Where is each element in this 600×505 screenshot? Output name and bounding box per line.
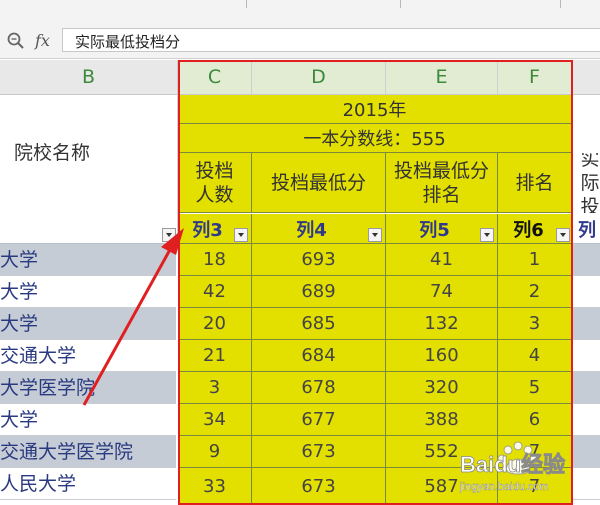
- table-row-name[interactable]: 大学: [0, 276, 176, 308]
- table-cell-f[interactable]: 2: [498, 276, 572, 308]
- table-row-name[interactable]: 大学: [0, 244, 176, 276]
- watermark-brand: Baidu经验: [460, 452, 565, 477]
- table-cell-e[interactable]: 388: [386, 404, 498, 436]
- table-cell-e[interactable]: 160: [386, 340, 498, 372]
- header-g-cell[interactable]: 实际投: [572, 153, 600, 213]
- filter-dropdown-b[interactable]: [162, 228, 176, 242]
- header-e-label: 投档最低分排名: [393, 159, 489, 206]
- table-cell-e[interactable]: 41: [386, 244, 498, 276]
- table-cell-d[interactable]: 678: [252, 372, 386, 404]
- filter-dropdown-f[interactable]: [556, 228, 570, 242]
- filter-cell-f: 列6: [498, 214, 572, 244]
- table-cell-c[interactable]: 33: [178, 468, 252, 505]
- filter-cell-g: 列: [572, 214, 600, 244]
- table-cell-e[interactable]: 132: [386, 308, 498, 340]
- table-cell-d[interactable]: 677: [252, 404, 386, 436]
- watermark-url: jingyan.baidu.com: [459, 481, 549, 493]
- table-cell-f[interactable]: 3: [498, 308, 572, 340]
- table-cell-f[interactable]: 5: [498, 372, 572, 404]
- column-header-c[interactable]: C: [178, 60, 252, 94]
- table-cell-c[interactable]: 9: [178, 436, 252, 468]
- header-c-label: 投档人数: [195, 159, 234, 206]
- table-cell-c[interactable]: 21: [178, 340, 252, 372]
- filter-cell-b: [0, 214, 178, 244]
- header-d-cell[interactable]: 投档最低分: [252, 153, 386, 213]
- table-cell-g[interactable]: [572, 372, 600, 404]
- filter-cell-e: 列5: [386, 214, 498, 244]
- column-header-d[interactable]: D: [252, 60, 386, 94]
- column-header-f[interactable]: F: [498, 60, 572, 94]
- filter-dropdown-c[interactable]: [234, 228, 248, 242]
- filter-label-g: 列: [578, 219, 596, 241]
- table-cell-f[interactable]: 6: [498, 404, 572, 436]
- ribbon-divider: [560, 0, 561, 8]
- filter-dropdown-d[interactable]: [368, 228, 382, 242]
- table-row-name[interactable]: 大学: [0, 404, 176, 436]
- zoom-icon[interactable]: [6, 31, 26, 51]
- year-title-cell[interactable]: 2015年: [178, 95, 572, 124]
- filter-dropdown-e[interactable]: [480, 228, 494, 242]
- table-cell-d[interactable]: 673: [252, 436, 386, 468]
- column-header-e[interactable]: E: [386, 60, 498, 94]
- filter-cell-c: 列3: [178, 214, 252, 244]
- ribbon-edge: [0, 0, 600, 25]
- table-cell-e[interactable]: 320: [386, 372, 498, 404]
- table-cell-d[interactable]: 684: [252, 340, 386, 372]
- header-f-cell[interactable]: 排名: [498, 153, 572, 213]
- header-d-label: 投档最低分: [270, 171, 366, 194]
- school-name-header[interactable]: 院校名称: [0, 95, 178, 215]
- table-cell-d[interactable]: 685: [252, 308, 386, 340]
- table-cell-g[interactable]: [572, 308, 600, 340]
- table-cell-g[interactable]: [572, 340, 600, 372]
- ribbon-divider: [400, 0, 401, 8]
- column-header-g[interactable]: [572, 60, 600, 94]
- header-f-label: 排名: [515, 171, 554, 194]
- table-cell-c[interactable]: 42: [178, 276, 252, 308]
- table-cell-c[interactable]: 34: [178, 404, 252, 436]
- header-c-cell[interactable]: 投档人数: [178, 153, 252, 213]
- header-g-label: 实际投: [580, 153, 600, 213]
- table-row-name[interactable]: 大学: [0, 308, 176, 340]
- filter-label-c: 列3: [192, 219, 223, 241]
- table-cell-g[interactable]: [572, 244, 600, 276]
- table-row-name[interactable]: 人民大学: [0, 468, 176, 500]
- table-cell-g[interactable]: [572, 404, 600, 436]
- column-header-b[interactable]: B: [0, 60, 178, 94]
- filter-label-f: 列6: [513, 219, 544, 241]
- table-cell-c[interactable]: 3: [178, 372, 252, 404]
- table-cell-e[interactable]: 74: [386, 276, 498, 308]
- formula-input[interactable]: 实际最低投档分: [62, 28, 600, 52]
- formula-bar: fx 实际最低投档分: [0, 24, 600, 59]
- table-cell-f[interactable]: 4: [498, 340, 572, 372]
- ribbon-divider: [246, 0, 247, 8]
- table-cell-g[interactable]: [572, 276, 600, 308]
- header-e-cell[interactable]: 投档最低分排名: [386, 153, 498, 213]
- table-cell-d[interactable]: 693: [252, 244, 386, 276]
- school-name-label: 院校名称: [14, 142, 91, 164]
- table-cell-c[interactable]: 18: [178, 244, 252, 276]
- filter-label-d: 列4: [296, 219, 327, 241]
- filter-label-e: 列5: [419, 219, 450, 241]
- table-cell-f[interactable]: 1: [498, 244, 572, 276]
- baidu-watermark-logo: Baidu经验 jingyan.baidu.com: [459, 441, 566, 493]
- table-cell-c[interactable]: 20: [178, 308, 252, 340]
- table-row-name[interactable]: 交通大学: [0, 340, 176, 372]
- filter-cell-d: 列4: [252, 214, 386, 244]
- table-row-name[interactable]: 交通大学医学院: [0, 436, 176, 468]
- table-cell-d[interactable]: 689: [252, 276, 386, 308]
- table-cell-d[interactable]: 673: [252, 468, 386, 505]
- table-row-name[interactable]: 大学医学院: [0, 372, 176, 404]
- cutoff-line-cell[interactable]: 一本分数线：555: [178, 124, 572, 153]
- fx-icon[interactable]: fx: [35, 31, 50, 50]
